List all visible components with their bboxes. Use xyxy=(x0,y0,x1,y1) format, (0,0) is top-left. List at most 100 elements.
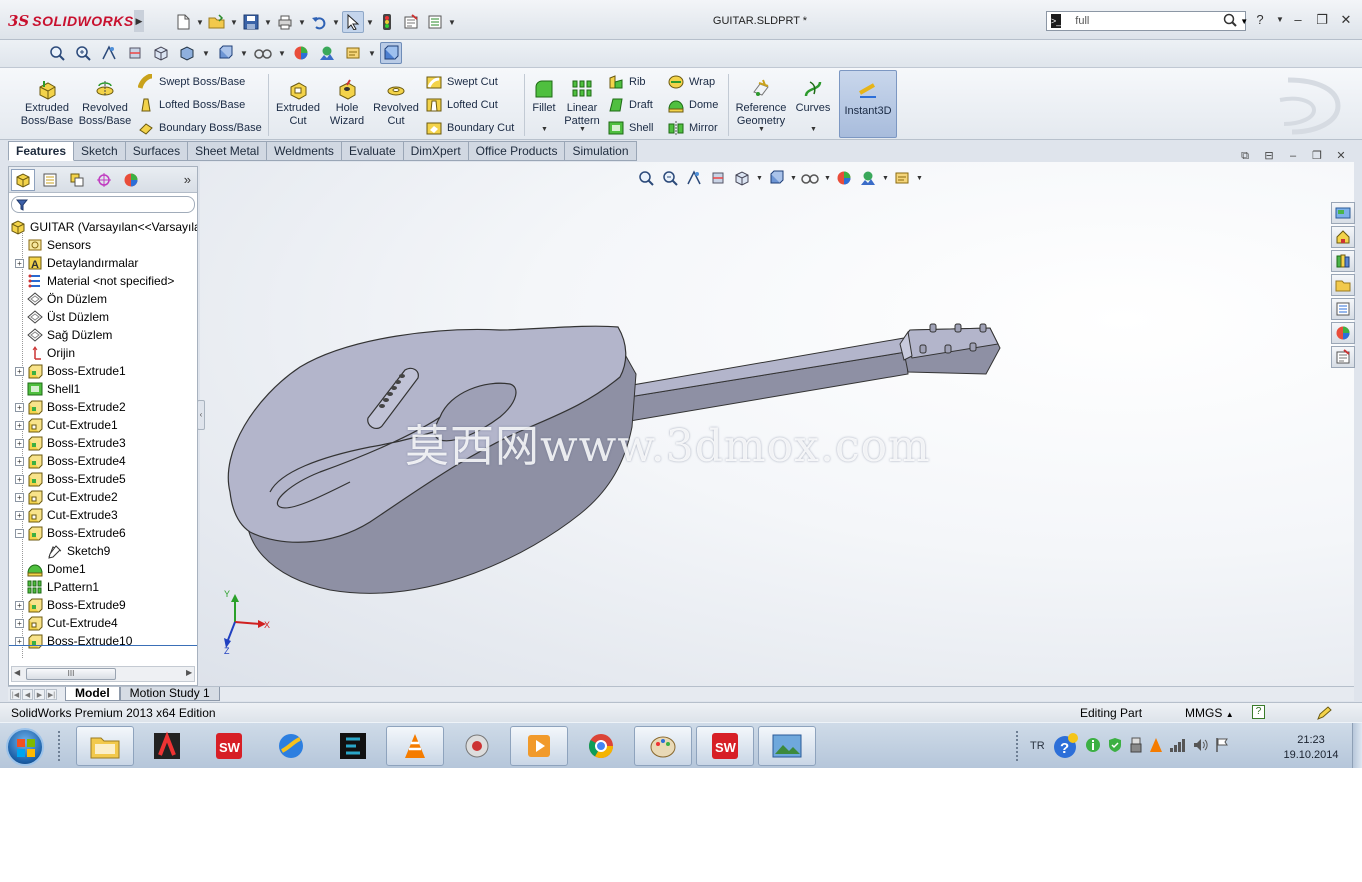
zoom-to-area-icon[interactable] xyxy=(72,42,94,64)
tree-node[interactable]: + Boss-Extrude3 xyxy=(15,434,126,452)
next-tab-icon[interactable]: ▶ xyxy=(34,688,45,700)
hide-show-dropdown-icon[interactable]: ▼ xyxy=(278,49,286,58)
tree-filter-box[interactable] xyxy=(11,196,195,213)
print-dropdown-icon[interactable]: ▼ xyxy=(298,18,306,27)
tree-node[interactable]: Sağ Düzlem xyxy=(15,326,112,344)
solidworks-resources-icon[interactable] xyxy=(1331,202,1355,224)
shell-button[interactable]: Shell xyxy=(608,118,653,138)
volume-icon[interactable] xyxy=(1193,738,1209,755)
doc-restore-icon[interactable]: ❐ xyxy=(1310,150,1324,162)
taskbar-solidworks-1[interactable]: SW xyxy=(200,726,258,766)
tile-right-icon[interactable]: ⊟ xyxy=(1262,150,1276,162)
tab-features[interactable]: Features xyxy=(8,141,75,161)
view-orientation-icon[interactable] xyxy=(150,42,172,64)
featuremanager-tree-icon[interactable] xyxy=(11,168,35,191)
boundary-cut-button[interactable]: Boundary Cut xyxy=(426,118,514,138)
tree-node[interactable]: Dome1 xyxy=(15,560,86,578)
view-settings-dropdown-icon[interactable]: ▼ xyxy=(368,49,376,58)
prev-tab-icon[interactable]: ◀ xyxy=(22,688,33,700)
configurationmanager-icon[interactable] xyxy=(65,169,89,191)
rebuild-traffic-light-icon[interactable] xyxy=(376,11,398,33)
search-icon[interactable] xyxy=(1223,13,1237,30)
dimxpertmanager-icon[interactable] xyxy=(92,169,116,191)
solidworks-logo[interactable]: 3S SOLIDWORKS xyxy=(8,10,136,32)
print-icon[interactable] xyxy=(274,11,296,33)
undo-dropdown-icon[interactable]: ▼ xyxy=(332,18,340,27)
select-arrow-icon[interactable] xyxy=(342,11,364,33)
expand-plus-icon[interactable]: + xyxy=(15,438,24,448)
file-explorer-icon[interactable] xyxy=(1331,274,1355,296)
wrap-button[interactable]: Wrap xyxy=(668,72,715,92)
fillet-dropdown-icon[interactable]: ▼ xyxy=(541,126,548,133)
revolved-boss-button[interactable]: Revolved Boss/Base xyxy=(78,78,132,128)
menu-expand-arrow-icon[interactable]: ▶ xyxy=(134,10,144,32)
help-dropdown-icon[interactable]: ▼ xyxy=(1276,12,1284,28)
usb-device-icon[interactable] xyxy=(1129,737,1143,756)
tree-node[interactable]: GUITAR (Varsayılan<<Varsayıla xyxy=(10,218,197,236)
file-properties-icon[interactable] xyxy=(400,11,422,33)
tree-node[interactable]: + Boss-Extrude9 xyxy=(15,596,126,614)
tree-node[interactable]: + A Detaylandırmalar xyxy=(15,254,138,272)
extruded-boss-button[interactable]: Extruded Boss/Base xyxy=(18,78,76,128)
tree-node[interactable]: + Boss-Extrude1 xyxy=(15,362,126,380)
extruded-cut-button[interactable]: Extruded Cut xyxy=(272,78,324,128)
scroll-right-arrow-icon[interactable]: ▶ xyxy=(186,668,192,677)
collapse-minus-icon[interactable]: − xyxy=(15,528,24,538)
edit-appearance-icon[interactable] xyxy=(290,42,312,64)
tab-surfaces[interactable]: Surfaces xyxy=(125,141,189,161)
curves-dropdown-icon[interactable]: ▼ xyxy=(810,126,817,133)
tree-node[interactable]: + Cut-Extrude1 xyxy=(15,416,118,434)
expand-plus-icon[interactable]: + xyxy=(15,402,24,412)
security-shield-icon[interactable] xyxy=(1107,737,1123,756)
help-support-icon[interactable]: ? xyxy=(1051,731,1079,762)
hide-show-items-icon[interactable] xyxy=(252,42,274,64)
taskbar-clock[interactable]: 21:23 19.10.2014 xyxy=(1280,733,1342,763)
reference-geometry-dropdown-icon[interactable]: ▼ xyxy=(758,126,765,133)
swept-cut-button[interactable]: Swept Cut xyxy=(426,72,498,92)
network-signal-icon[interactable] xyxy=(1169,738,1187,755)
tab-model[interactable]: Model xyxy=(65,687,120,701)
hole-wizard-button[interactable]: Hole Wizard xyxy=(324,78,370,128)
expand-plus-icon[interactable]: + xyxy=(15,510,24,520)
revolved-cut-button[interactable]: Revolved Cut xyxy=(370,78,422,128)
taskbar-photo-viewer[interactable] xyxy=(758,726,816,766)
tree-node[interactable]: Orijin xyxy=(15,344,75,362)
expand-plus-icon[interactable]: + xyxy=(15,456,24,466)
open-dropdown-icon[interactable]: ▼ xyxy=(230,18,238,27)
zoom-to-fit-icon[interactable] xyxy=(46,42,68,64)
doc-minimize-icon[interactable]: – xyxy=(1286,150,1300,162)
lofted-cut-button[interactable]: Lofted Cut xyxy=(426,95,498,115)
help-icon[interactable]: ? xyxy=(1252,12,1268,28)
select-dropdown-icon[interactable]: ▼ xyxy=(366,18,374,27)
taskbar-chrome[interactable] xyxy=(572,726,630,766)
tree-node[interactable]: + Cut-Extrude3 xyxy=(15,506,118,524)
last-tab-icon[interactable]: ▶| xyxy=(46,688,57,700)
expand-plus-icon[interactable]: + xyxy=(15,258,24,268)
show-desktop-button[interactable] xyxy=(1352,723,1362,768)
custom-properties-icon[interactable] xyxy=(1331,346,1355,368)
undo-icon[interactable] xyxy=(308,11,330,33)
minimize-icon[interactable]: – xyxy=(1290,12,1306,28)
start-button[interactable] xyxy=(6,728,44,766)
expand-plus-icon[interactable]: + xyxy=(15,600,24,610)
design-library-icon[interactable] xyxy=(1331,250,1355,272)
info-icon[interactable] xyxy=(1085,737,1101,756)
tab-sketch[interactable]: Sketch xyxy=(74,141,126,161)
display-cube-icon[interactable] xyxy=(214,42,236,64)
action-center-flag-icon[interactable] xyxy=(1215,737,1229,756)
expand-plus-icon[interactable]: + xyxy=(15,474,24,484)
tree-node[interactable]: + Boss-Extrude10 xyxy=(15,632,132,650)
doc-close-icon[interactable]: ✕ xyxy=(1334,150,1348,162)
tab-dimxpert[interactable]: DimXpert xyxy=(403,141,469,161)
tab-sheet-metal[interactable]: Sheet Metal xyxy=(188,141,268,161)
close-icon[interactable]: ✕ xyxy=(1338,12,1354,28)
tree-node[interactable]: Material <not specified> xyxy=(15,272,174,290)
scroll-left-arrow-icon[interactable]: ◀ xyxy=(14,668,20,677)
tree-node[interactable]: + Boss-Extrude2 xyxy=(15,398,126,416)
tab-weldments[interactable]: Weldments xyxy=(267,141,342,161)
tab-evaluate[interactable]: Evaluate xyxy=(341,141,404,161)
taskbar-3d-viewer[interactable] xyxy=(262,726,320,766)
tree-node[interactable]: Sketch9 xyxy=(35,542,110,560)
vlc-tray-icon[interactable] xyxy=(1149,737,1163,756)
new-document-icon[interactable] xyxy=(172,11,194,33)
